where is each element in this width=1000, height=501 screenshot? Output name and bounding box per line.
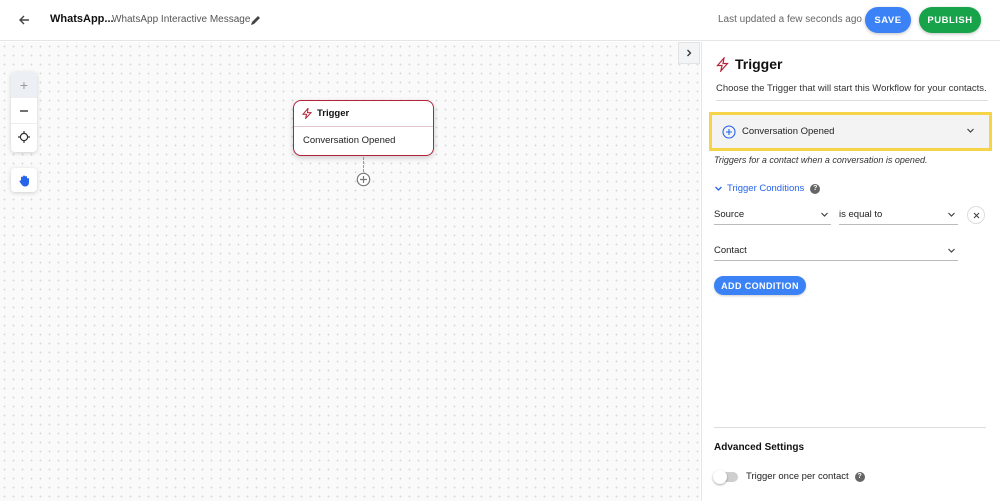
help-icon[interactable]: ? (810, 183, 821, 194)
pencil-icon (250, 15, 260, 25)
top-bar: WhatsApp... WhatsApp Interactive Message… (0, 0, 1000, 41)
workflow-canvas[interactable]: + Trigger Conversation Opened (0, 42, 700, 501)
trigger-conditions-toggle[interactable]: Trigger Conditions ? (714, 183, 821, 194)
divider (716, 100, 988, 101)
collapse-panel-button[interactable] (678, 42, 700, 64)
hand-icon (19, 175, 29, 186)
trigger-type-select[interactable]: Conversation Opened (712, 115, 989, 148)
bolt-icon (716, 56, 729, 72)
publish-button[interactable]: PUBLISH (919, 7, 981, 33)
trigger-node-title: Trigger (317, 108, 350, 119)
condition-value: Contact (714, 245, 747, 256)
toggle-knob (713, 469, 727, 484)
zoom-in-button[interactable]: + (11, 72, 37, 98)
zoom-out-button[interactable] (11, 98, 37, 124)
panel-header: Trigger (716, 56, 782, 72)
chevron-down-icon (967, 128, 974, 133)
chevron-down-icon (715, 186, 722, 191)
plus-circle-icon (722, 124, 736, 139)
crosshair-icon (18, 131, 30, 143)
help-icon[interactable]: ? (854, 471, 865, 482)
condition-operator-select[interactable]: is equal to (839, 205, 958, 225)
chevron-down-icon (948, 212, 955, 217)
advanced-settings-title: Advanced Settings (714, 442, 805, 453)
divider (714, 427, 986, 428)
trigger-type-value: Conversation Opened (742, 126, 835, 137)
add-step-icon[interactable] (356, 172, 371, 187)
pan-mode-button[interactable] (11, 168, 37, 192)
back-arrow-icon (19, 15, 29, 25)
plus-icon: + (19, 76, 29, 93)
trigger-conditions-label: Trigger Conditions (727, 183, 805, 194)
trigger-select-highlight: Conversation Opened (709, 112, 992, 151)
condition-operator-value: is equal to (839, 209, 883, 220)
bolt-icon (302, 108, 312, 119)
add-condition-button[interactable]: ADD CONDITION (714, 276, 806, 295)
panel-title: Trigger (735, 56, 783, 72)
chevron-down-icon (948, 248, 955, 253)
workflow-name[interactable]: WhatsApp... (50, 13, 114, 25)
panel-description: Choose the Trigger that will start this … (716, 83, 987, 94)
condition-field-value: Source (714, 209, 745, 220)
trigger-help-text: Triggers for a contact when a conversati… (714, 155, 928, 165)
trigger-once-row: Trigger once per contact ? (713, 469, 865, 484)
back-button[interactable] (14, 10, 34, 30)
close-icon (973, 212, 979, 218)
condition-field-select[interactable]: Source (714, 205, 831, 225)
chevron-down-icon (821, 212, 828, 217)
condition-value-select[interactable]: Contact (714, 241, 958, 261)
node-connector (363, 157, 364, 172)
minus-icon (20, 109, 28, 112)
remove-condition-button[interactable] (967, 206, 985, 224)
trigger-once-label: Trigger once per contact (746, 471, 849, 482)
save-button[interactable]: SAVE (865, 7, 911, 33)
workflow-description: WhatsApp Interactive Message (112, 14, 251, 25)
zoom-controls: + (11, 72, 37, 152)
trigger-node[interactable]: Trigger Conversation Opened (293, 100, 434, 156)
trigger-node-header: Trigger (294, 101, 433, 127)
edit-name-button[interactable] (247, 12, 263, 28)
chevron-right-icon (687, 49, 692, 57)
trigger-node-event: Conversation Opened (303, 135, 396, 146)
trigger-once-toggle[interactable] (713, 469, 738, 484)
fit-view-button[interactable] (11, 124, 37, 150)
last-updated-text: Last updated a few seconds ago (718, 14, 862, 25)
trigger-settings-panel: Trigger Choose the Trigger that will sta… (701, 42, 1000, 501)
